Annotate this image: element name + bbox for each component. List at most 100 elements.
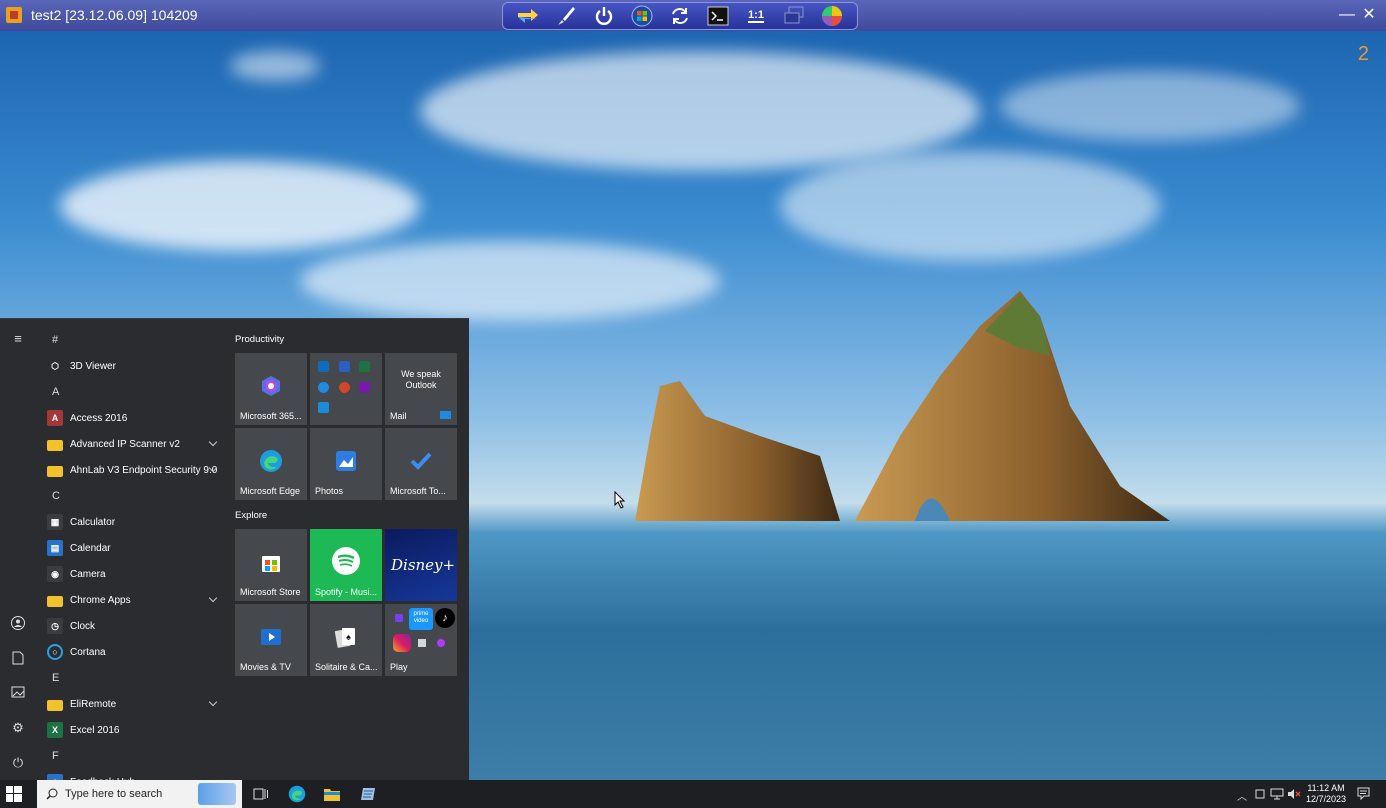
tray-device-icon[interactable] — [1254, 788, 1266, 803]
refresh-icon[interactable] — [667, 4, 693, 28]
cloud — [230, 51, 320, 81]
app-name: Clock — [70, 620, 96, 632]
edge-taskbar-icon[interactable] — [287, 784, 307, 804]
app-name: Camera — [70, 568, 106, 580]
edge-icon — [260, 450, 282, 472]
mail-subtitle: We speak Outlook — [401, 369, 441, 390]
prime-video-icon: prime video — [409, 608, 433, 630]
powerpoint-icon — [338, 381, 350, 393]
app-list: # ⬡ 3D Viewer A A Access 2016 Advanced IP Scan… — [36, 327, 222, 781]
app-list-item[interactable]: ◷ Clock — [36, 613, 222, 639]
tile-microsoft-edge[interactable]: Microsoft Edge — [235, 428, 307, 500]
app-list-item[interactable]: ○ Cortana — [36, 639, 222, 665]
notepad-app-icon[interactable] — [358, 784, 378, 804]
app-name: Calculator — [70, 516, 116, 528]
movies-tv-icon — [261, 629, 281, 645]
tile-movies-tv[interactable]: Movies & TV — [235, 604, 307, 676]
tile-microsoft-todo[interactable]: Microsoft To... — [385, 428, 457, 500]
multi-monitor-icon[interactable] — [781, 4, 807, 28]
section-letter[interactable]: C — [36, 483, 222, 509]
taskbar-search-box[interactable]: Type here to search — [37, 780, 242, 808]
minimize-button[interactable]: — — [1337, 5, 1357, 25]
tile-label: Play — [390, 662, 408, 672]
taskbar: Type here to search ︿ 11:12 AM 12/7/2023 — [0, 780, 1386, 808]
zoom-1-to-1-icon[interactable]: 1:1 — [743, 4, 769, 28]
app-list-item[interactable]: ▦ Calculator — [36, 509, 222, 535]
app-list-item[interactable]: X Excel 2016 — [36, 717, 222, 743]
user-account-icon[interactable] — [10, 616, 26, 632]
todo-check-icon — [410, 452, 432, 470]
tile-label: Microsoft Edge — [240, 486, 301, 496]
app-list-item[interactable]: ▤ Calendar — [36, 535, 222, 561]
section-letter[interactable]: F — [36, 743, 222, 769]
windows-start-icon[interactable] — [629, 4, 655, 28]
chevron-down-icon[interactable] — [208, 697, 218, 707]
cloud — [420, 51, 980, 171]
tile-photos[interactable]: Photos — [310, 428, 382, 500]
settings-gear-icon[interactable]: ⚙ — [10, 720, 26, 736]
app-list-item[interactable]: A Access 2016 — [36, 405, 222, 431]
volume-muted-icon[interactable] — [1287, 788, 1301, 803]
app-list-item[interactable]: Advanced IP Scanner v2 — [36, 431, 222, 457]
sea-rocks — [635, 291, 1170, 521]
action-center-icon[interactable] — [1357, 787, 1370, 803]
microsoft-365-icon — [262, 376, 280, 396]
tile-mail[interactable]: We speak Outlook Mail — [385, 353, 457, 425]
file-explorer-icon[interactable] — [322, 784, 342, 804]
section-letter[interactable]: A — [36, 379, 222, 405]
group-title-productivity: Productivity — [235, 334, 285, 345]
task-view-icon[interactable] — [251, 784, 271, 804]
spotify-icon — [332, 547, 360, 575]
section-letter[interactable]: E — [36, 665, 222, 691]
svg-text:♠: ♠ — [346, 632, 351, 642]
excel-icon — [359, 361, 371, 372]
calculator-mini-icon — [418, 639, 426, 647]
hamburger-menu-icon[interactable]: ≡ — [10, 331, 26, 347]
chevron-down-icon[interactable] — [208, 437, 218, 447]
tile-label: Microsoft 365... — [240, 411, 302, 421]
remote-app-icon — [6, 7, 22, 23]
documents-icon[interactable] — [10, 651, 26, 667]
tile-grid-productivity: Microsoft 365... We speak Outlook Mail M… — [235, 353, 461, 500]
tile-office-apps[interactable] — [310, 353, 382, 425]
power-icon[interactable]: ⏻ — [10, 755, 26, 771]
search-highlight-image — [198, 783, 236, 805]
tile-spotify[interactable]: Spotify - Musi... — [310, 529, 382, 601]
section-letter[interactable]: # — [36, 327, 222, 353]
switch-arrows-icon[interactable] — [515, 4, 541, 28]
app-list-item[interactable]: AhnLab V3 Endpoint Security 9.0 — [36, 457, 222, 483]
folder-icon — [47, 595, 63, 607]
tray-overflow-chevron-icon[interactable]: ︿ — [1237, 788, 1247, 803]
app-list-item[interactable]: EliRemote — [36, 691, 222, 717]
tile-microsoft-store[interactable]: Microsoft Store — [235, 529, 307, 601]
app-list-item[interactable]: Chrome Apps — [36, 587, 222, 613]
skype-icon — [318, 402, 329, 414]
draw-brush-icon[interactable] — [553, 4, 579, 28]
network-icon[interactable] — [1270, 788, 1284, 803]
terminal-icon[interactable] — [705, 4, 731, 28]
play-app-icons: prime video ♪ — [393, 608, 455, 658]
app-list-item[interactable]: ⬡ 3D Viewer — [36, 353, 222, 379]
cloud — [1000, 71, 1300, 141]
tile-microsoft-365[interactable]: Microsoft 365... — [235, 353, 307, 425]
window-title: test2 [23.12.06.09] 104209 — [31, 7, 198, 23]
folder-icon — [47, 699, 63, 711]
solitaire-cards-icon: ♠ — [334, 628, 355, 648]
start-button[interactable] — [6, 786, 22, 802]
onedrive-icon — [318, 381, 329, 393]
remote-toolbar: 1:1 — [502, 2, 858, 30]
group-title-explore: Explore — [235, 510, 268, 521]
tile-solitaire[interactable]: ♠ Solitaire & Ca... — [310, 604, 382, 676]
pictures-icon[interactable] — [10, 686, 26, 702]
app-name: Excel 2016 — [70, 724, 120, 736]
close-button[interactable]: ✕ — [1359, 5, 1379, 25]
color-picker-icon[interactable] — [819, 4, 845, 28]
power-icon[interactable] — [591, 4, 617, 28]
tile-disney-plus[interactable]: Disney+ — [385, 529, 457, 601]
app-list-item[interactable]: ◉ Camera — [36, 561, 222, 587]
office-app-icons — [318, 361, 374, 417]
tile-play[interactable]: prime video ♪ Play — [385, 604, 457, 676]
chevron-down-icon[interactable] — [208, 593, 218, 603]
taskbar-clock[interactable]: 11:12 AM 12/7/2023 — [1300, 783, 1352, 805]
cortana-icon: ○ — [47, 644, 63, 660]
